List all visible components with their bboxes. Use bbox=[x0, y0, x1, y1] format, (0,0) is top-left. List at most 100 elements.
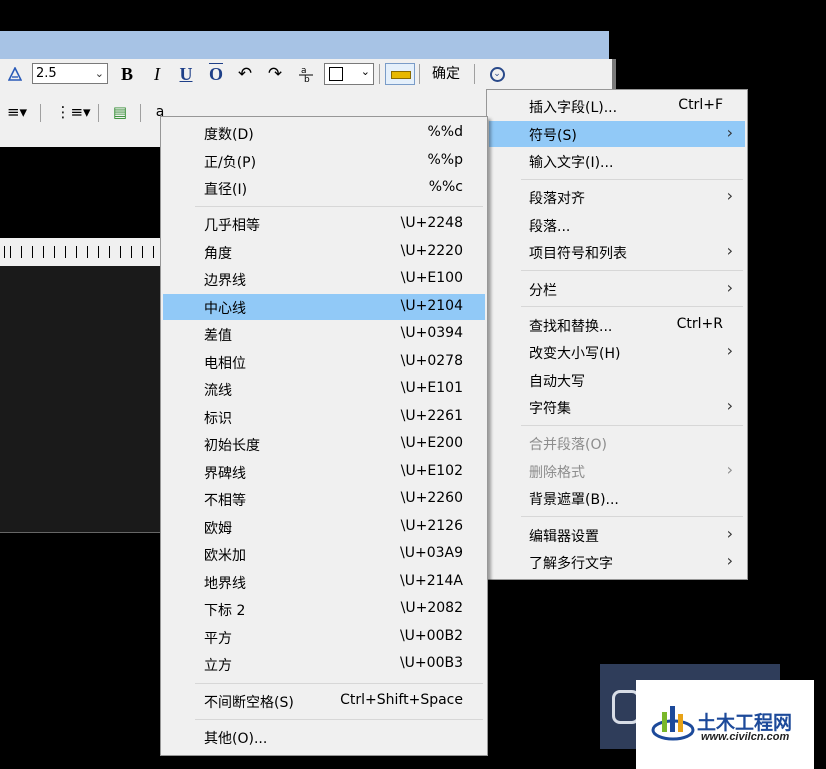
menu-item-label: 查找和替换... bbox=[529, 319, 613, 335]
symbol-code: \U+2104 bbox=[400, 298, 463, 314]
italic-button[interactable]: I bbox=[148, 62, 166, 86]
symbol-item-not-equal[interactable]: 不相等 \U+2260 bbox=[163, 486, 485, 512]
symbol-item-boundary-line[interactable]: 边界线 \U+E100 bbox=[163, 266, 485, 292]
menu-item-symbol[interactable]: 符号(S) › bbox=[489, 121, 745, 147]
symbol-code: \U+0278 bbox=[400, 353, 463, 369]
symbol-item-monument-line[interactable]: 界碑线 \U+E102 bbox=[163, 459, 485, 485]
menu-item-background-mask[interactable]: 背景遮罩(B)... bbox=[489, 485, 745, 511]
civilcn-logo-icon bbox=[651, 706, 695, 741]
menu-item-label: 了解多行文字 bbox=[529, 556, 613, 572]
symbol-item-property-line[interactable]: 地界线 \U+214A bbox=[163, 569, 485, 595]
chevron-down-icon[interactable]: ⌄ bbox=[361, 65, 370, 78]
menu-separator bbox=[195, 206, 483, 207]
chevron-right-icon: › bbox=[726, 241, 733, 260]
numbered-list-icon[interactable]: ⋮≡▾ bbox=[54, 98, 92, 126]
undo-icon[interactable]: ↶ bbox=[234, 62, 256, 86]
text-color-select[interactable]: ⌄ bbox=[324, 63, 374, 85]
chevron-down-circle-icon: ⌄ bbox=[489, 66, 505, 82]
menu-item-label: 中心线 bbox=[204, 301, 246, 317]
redo-icon[interactable]: ↷ bbox=[264, 62, 286, 86]
menu-item-label: 输入文字(I)... bbox=[529, 155, 614, 171]
underline-button[interactable]: U bbox=[176, 62, 196, 86]
symbol-code: \U+E102 bbox=[400, 463, 463, 479]
menu-item-label: 界碑线 bbox=[204, 466, 246, 482]
stack-icon[interactable]: ab bbox=[296, 62, 316, 86]
overline-button[interactable]: O bbox=[206, 62, 226, 86]
symbol-code: \U+2261 bbox=[400, 408, 463, 424]
menu-item-label: 其他(O)... bbox=[204, 731, 268, 747]
options-button[interactable]: ⌄ bbox=[486, 63, 508, 85]
menu-separator bbox=[195, 683, 483, 684]
menu-item-label: 地界线 bbox=[204, 576, 246, 592]
chevron-right-icon: › bbox=[726, 551, 733, 570]
chevron-right-icon: › bbox=[726, 123, 733, 142]
symbol-submenu: 度数(D) %%d 正/负(P) %%p 直径(I) %%c 几乎相等 \U+2… bbox=[160, 116, 488, 756]
menu-item-label: 插入字段(L)... bbox=[529, 100, 618, 116]
menu-item-label: 合并段落(O) bbox=[529, 437, 607, 453]
chevron-right-icon: › bbox=[726, 341, 733, 360]
symbol-code: %%d bbox=[427, 124, 464, 140]
symbol-item-electrical-phase[interactable]: 电相位 \U+0278 bbox=[163, 349, 485, 375]
symbol-item-angle[interactable]: 角度 \U+2220 bbox=[163, 239, 485, 265]
symbol-code: \U+2082 bbox=[400, 600, 463, 616]
menu-item-label: 度数(D) bbox=[204, 127, 254, 143]
menu-item-autocaps[interactable]: 自动大写 bbox=[489, 367, 745, 393]
symbol-item-squared[interactable]: 平方 \U+00B2 bbox=[163, 624, 485, 650]
menu-item-label: 流线 bbox=[204, 383, 232, 399]
menu-item-label: 符号(S) bbox=[529, 128, 577, 144]
menu-item-label: 角度 bbox=[204, 246, 232, 262]
menu-item-character-set[interactable]: 字符集 › bbox=[489, 394, 745, 420]
symbol-item-delta[interactable]: 差值 \U+0394 bbox=[163, 321, 485, 347]
symbol-item-flow-line[interactable]: 流线 \U+E101 bbox=[163, 376, 485, 402]
symbol-item-center-line[interactable]: 中心线 \U+2104 bbox=[163, 294, 485, 320]
symbol-code: %%p bbox=[427, 152, 464, 168]
menu-item-label: 平方 bbox=[204, 631, 232, 647]
symbol-item-diameter[interactable]: 直径(I) %%c bbox=[163, 175, 485, 201]
menu-item-label: 分栏 bbox=[529, 283, 557, 299]
chevron-right-icon: › bbox=[726, 186, 733, 205]
annotative-icon[interactable] bbox=[6, 62, 24, 86]
symbol-item-non-breaking-space[interactable]: 不间断空格(S) Ctrl+Shift+Space bbox=[163, 688, 485, 714]
menu-separator bbox=[195, 719, 483, 720]
menu-item-insert-field[interactable]: 插入字段(L)... Ctrl+F bbox=[489, 93, 745, 119]
menu-item-label: 标识 bbox=[204, 411, 232, 427]
chevron-down-icon[interactable]: ⌄ bbox=[95, 64, 104, 83]
symbol-item-ohm[interactable]: 欧姆 \U+2126 bbox=[163, 514, 485, 540]
menu-item-paragraph-alignment[interactable]: 段落对齐 › bbox=[489, 184, 745, 210]
symbol-item-omega[interactable]: 欧米加 \U+03A9 bbox=[163, 541, 485, 567]
bulleted-list-icon[interactable]: ≡▾ bbox=[0, 98, 34, 126]
ruler-icon bbox=[391, 71, 411, 79]
menu-item-bullets-and-lists[interactable]: 项目符号和列表 › bbox=[489, 239, 745, 265]
text-height-input[interactable]: 2.5 ⌄ bbox=[32, 63, 108, 84]
bold-button[interactable]: B bbox=[118, 62, 136, 86]
menu-item-find-replace[interactable]: 查找和替换... Ctrl+R bbox=[489, 312, 745, 338]
menu-item-paragraph[interactable]: 段落... bbox=[489, 212, 745, 238]
symbol-item-almost-equal[interactable]: 几乎相等 \U+2248 bbox=[163, 211, 485, 237]
ok-button[interactable]: 确定 bbox=[424, 62, 468, 86]
toolbar-divider bbox=[379, 64, 380, 84]
chevron-right-icon: › bbox=[726, 278, 733, 297]
menu-item-change-case[interactable]: 改变大小写(H) › bbox=[489, 339, 745, 365]
color-swatch bbox=[329, 67, 343, 81]
symbol-item-initial-length[interactable]: 初始长度 \U+E200 bbox=[163, 431, 485, 457]
menu-item-input-text[interactable]: 输入文字(I)... bbox=[489, 148, 745, 174]
menu-item-label: 差值 bbox=[204, 328, 232, 344]
menu-item-learn-mtext[interactable]: 了解多行文字 › bbox=[489, 549, 745, 575]
symbol-item-other[interactable]: 其他(O)... bbox=[163, 724, 485, 750]
symbol-item-degrees[interactable]: 度数(D) %%d bbox=[163, 120, 485, 146]
text-edit-area[interactable] bbox=[0, 266, 161, 533]
menu-item-editor-settings[interactable]: 编辑器设置 › bbox=[489, 522, 745, 548]
symbol-item-subscript-2[interactable]: 下标 2 \U+2082 bbox=[163, 596, 485, 622]
window-title-bar[interactable] bbox=[0, 31, 609, 59]
symbol-item-plus-minus[interactable]: 正/负(P) %%p bbox=[163, 148, 485, 174]
ruler-toggle-button[interactable] bbox=[385, 63, 415, 85]
paragraph-icon[interactable]: ▤ bbox=[108, 98, 132, 126]
symbol-item-cubed[interactable]: 立方 \U+00B3 bbox=[163, 651, 485, 677]
symbol-code: \U+2220 bbox=[400, 243, 463, 259]
symbol-item-identity[interactable]: 标识 \U+2261 bbox=[163, 404, 485, 430]
symbol-code: Ctrl+Shift+Space bbox=[340, 692, 463, 708]
context-menu: 插入字段(L)... Ctrl+F 符号(S) › 输入文字(I)... 段落对… bbox=[486, 89, 748, 580]
chevron-right-icon: › bbox=[726, 460, 733, 479]
ruler[interactable] bbox=[0, 238, 160, 267]
menu-item-columns[interactable]: 分栏 › bbox=[489, 276, 745, 302]
